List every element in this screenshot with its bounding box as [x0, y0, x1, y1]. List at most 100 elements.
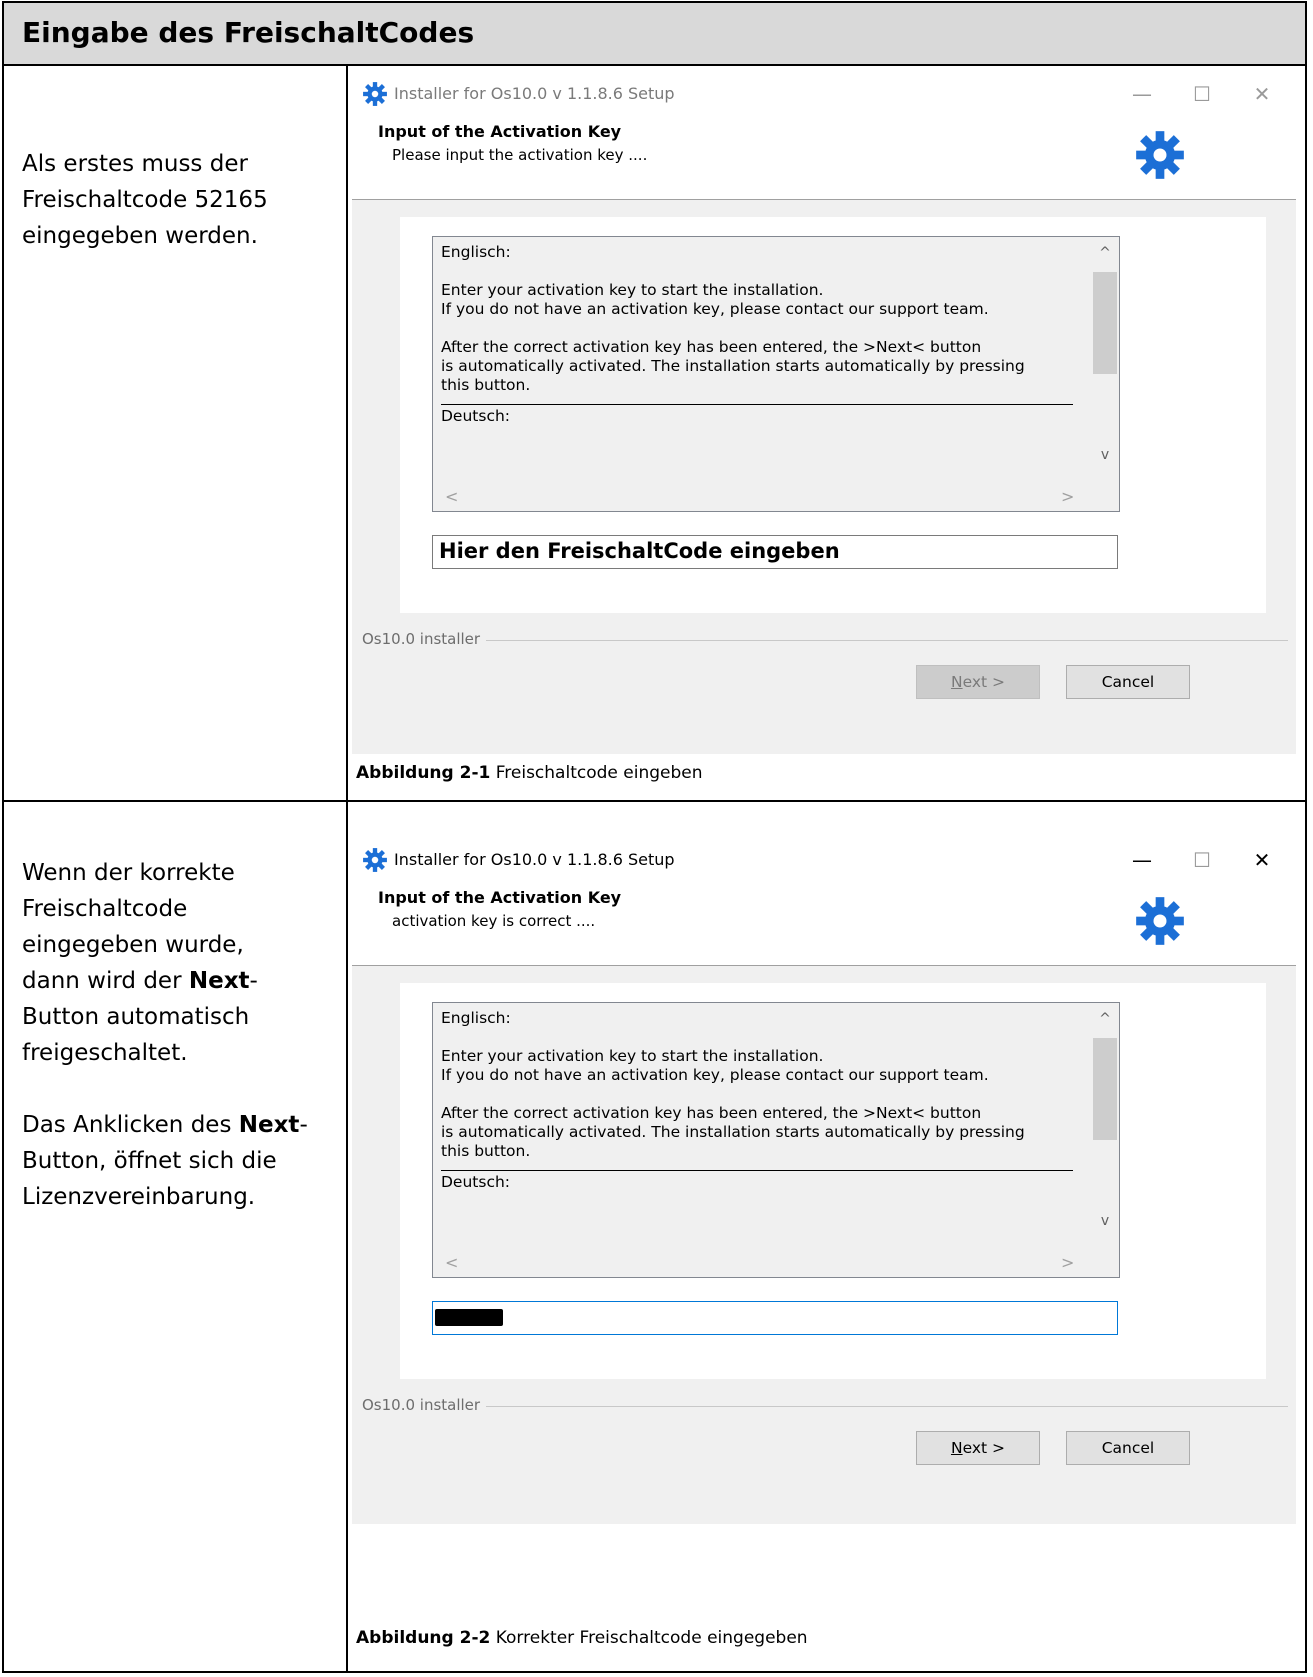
description-line: Button, öffnet sich die — [22, 1148, 277, 1174]
description-line: eingegeben werden. — [22, 223, 258, 249]
wizard-heading: Input of the Activation Key — [378, 122, 622, 141]
info-line: is automatically activated. The installa… — [441, 357, 1025, 375]
description-text: - — [299, 1112, 308, 1138]
window-titlebar: Installer for Os10.0 v 1.1.8.6 Setup — ☐… — [352, 74, 1296, 114]
content-panel: Englisch: Enter your activation key to s… — [400, 217, 1266, 613]
description-line: Wenn der korrekte — [22, 860, 235, 886]
next-accelerator: N — [950, 673, 963, 691]
close-icon[interactable]: ✕ — [1232, 77, 1292, 111]
next-button[interactable]: Next > — [916, 665, 1040, 699]
table-row: Wenn der korrekte Freischaltcode eingege… — [4, 804, 1305, 1673]
branding-divider — [362, 1406, 1288, 1407]
caption-label: Abbildung 2-2 — [356, 1628, 491, 1648]
horizontal-scrollbar[interactable]: < > — [433, 1249, 1091, 1277]
close-icon[interactable]: ✕ — [1232, 843, 1292, 877]
installer-window: Installer for Os10.0 v 1.1.8.6 Setup — ☐… — [352, 840, 1296, 1524]
scroll-right-icon[interactable]: > — [1061, 1253, 1074, 1272]
separator-line — [441, 1170, 1073, 1171]
info-line: Englisch: — [441, 243, 511, 261]
info-line: Enter your activation key to start the i… — [441, 1047, 824, 1065]
description-text: - — [249, 968, 258, 994]
step-description: Als erstes muss der Freischaltcode 52165… — [22, 146, 332, 254]
scroll-down-icon[interactable]: v — [1091, 447, 1119, 463]
vertical-scrollbar[interactable]: ^ v — [1091, 1003, 1119, 1249]
cancel-button[interactable]: Cancel — [1066, 665, 1190, 699]
wizard-header: Input of the Activation Key activation k… — [352, 880, 1296, 966]
window-title: Installer for Os10.0 v 1.1.8.6 Setup — [394, 84, 675, 103]
info-line: Enter your activation key to start the i… — [441, 281, 824, 299]
description-line: Freischaltcode 52165 — [22, 187, 268, 213]
installer-branding: Os10.0 installer — [362, 1396, 487, 1414]
window-titlebar: Installer for Os10.0 v 1.1.8.6 Setup — ☐… — [352, 840, 1296, 880]
figure-caption: Abbildung 2-1 Freischaltcode eingeben — [356, 763, 703, 783]
maximize-icon[interactable]: ☐ — [1172, 843, 1232, 877]
next-label: ext > — [962, 1439, 1006, 1457]
info-line: Deutsch: — [441, 407, 511, 425]
figure-caption: Abbildung 2-2 Korrekter Freischaltcode e… — [356, 1628, 808, 1648]
description-line: Als erstes muss der — [22, 151, 248, 177]
next-label: ext > — [962, 673, 1006, 691]
caption-label: Abbildung 2-1 — [356, 763, 491, 783]
gear-icon — [363, 848, 387, 872]
next-accelerator: N — [950, 1439, 963, 1457]
wizard-subheading: Please input the activation key .... — [392, 146, 648, 164]
horizontal-scrollbar[interactable]: < > — [433, 483, 1091, 511]
info-line: After the correct activation key has bee… — [441, 1104, 982, 1122]
info-text: Englisch: Enter your activation key to s… — [441, 1009, 1073, 1192]
next-button[interactable]: Next > — [916, 1431, 1040, 1465]
info-line: Englisch: — [441, 1009, 511, 1027]
gear-icon — [1136, 131, 1184, 179]
scroll-right-icon[interactable]: > — [1061, 487, 1074, 506]
installer-window: Installer for Os10.0 v 1.1.8.6 Setup — ☐… — [352, 74, 1296, 754]
description-line: dann wird der Next- — [22, 963, 332, 999]
scroll-up-icon[interactable]: ^ — [1091, 245, 1119, 261]
document-table: Eingabe des FreischaltCodes Als erstes m… — [2, 1, 1307, 1673]
description-text: dann wird der — [22, 968, 189, 994]
description-bold: Next — [238, 1112, 300, 1138]
info-line: After the correct activation key has bee… — [441, 338, 982, 356]
scroll-up-icon[interactable]: ^ — [1091, 1011, 1119, 1027]
description-line: eingegeben wurde, — [22, 932, 244, 958]
info-line: this button. — [441, 1142, 531, 1160]
scrollbar-thumb[interactable] — [1093, 1038, 1117, 1140]
wizard-header: Input of the Activation Key Please input… — [352, 114, 1296, 200]
description-line: Button automatisch — [22, 1004, 250, 1030]
info-line: Deutsch: — [441, 1173, 511, 1191]
step-description: Wenn der korrekte Freischaltcode eingege… — [22, 855, 332, 1215]
scroll-left-icon[interactable]: < — [445, 487, 458, 506]
description-line: Lizenzvereinbarung. — [22, 1184, 256, 1210]
page-title: Eingabe des FreischaltCodes — [22, 16, 475, 49]
info-line: this button. — [441, 376, 531, 394]
branding-divider — [362, 640, 1288, 641]
separator-line — [441, 404, 1073, 405]
scrollbar-thumb[interactable] — [1093, 272, 1117, 374]
description-bold: Next — [188, 968, 250, 994]
table-header: Eingabe des FreischaltCodes — [4, 3, 1305, 66]
info-line: is automatically activated. The installa… — [441, 1123, 1025, 1141]
caption-text: Freischaltcode eingeben — [490, 763, 703, 783]
info-line: If you do not have an activation key, pl… — [441, 300, 989, 318]
cancel-button[interactable]: Cancel — [1066, 1431, 1190, 1465]
table-row: Als erstes muss der Freischaltcode 52165… — [4, 66, 1305, 802]
description-text: Das Anklicken des — [22, 1112, 239, 1138]
scroll-down-icon[interactable]: v — [1091, 1213, 1119, 1229]
redacted-key-mask — [435, 1309, 503, 1326]
description-line: freigeschaltet. — [22, 1040, 188, 1066]
activation-info-textbox[interactable]: Englisch: Enter your activation key to s… — [432, 236, 1120, 512]
maximize-icon[interactable]: ☐ — [1172, 77, 1232, 111]
activation-key-input[interactable]: Hier den FreischaltCode eingeben — [432, 535, 1118, 569]
minimize-icon[interactable]: — — [1112, 77, 1172, 111]
window-title: Installer for Os10.0 v 1.1.8.6 Setup — [394, 850, 675, 869]
caption-text: Korrekter Freischaltcode eingegeben — [490, 1628, 808, 1648]
installer-branding: Os10.0 installer — [362, 630, 487, 648]
vertical-scrollbar[interactable]: ^ v — [1091, 237, 1119, 483]
activation-info-textbox[interactable]: Englisch: Enter your activation key to s… — [432, 1002, 1120, 1278]
description-line: Das Anklicken des Next- — [22, 1107, 332, 1143]
wizard-subheading: activation key is correct .... — [392, 912, 596, 930]
minimize-icon[interactable]: — — [1112, 843, 1172, 877]
info-text: Englisch: Enter your activation key to s… — [441, 243, 1073, 426]
content-panel: Englisch: Enter your activation key to s… — [400, 983, 1266, 1379]
info-line: If you do not have an activation key, pl… — [441, 1066, 989, 1084]
activation-key-input[interactable] — [432, 1301, 1118, 1335]
scroll-left-icon[interactable]: < — [445, 1253, 458, 1272]
